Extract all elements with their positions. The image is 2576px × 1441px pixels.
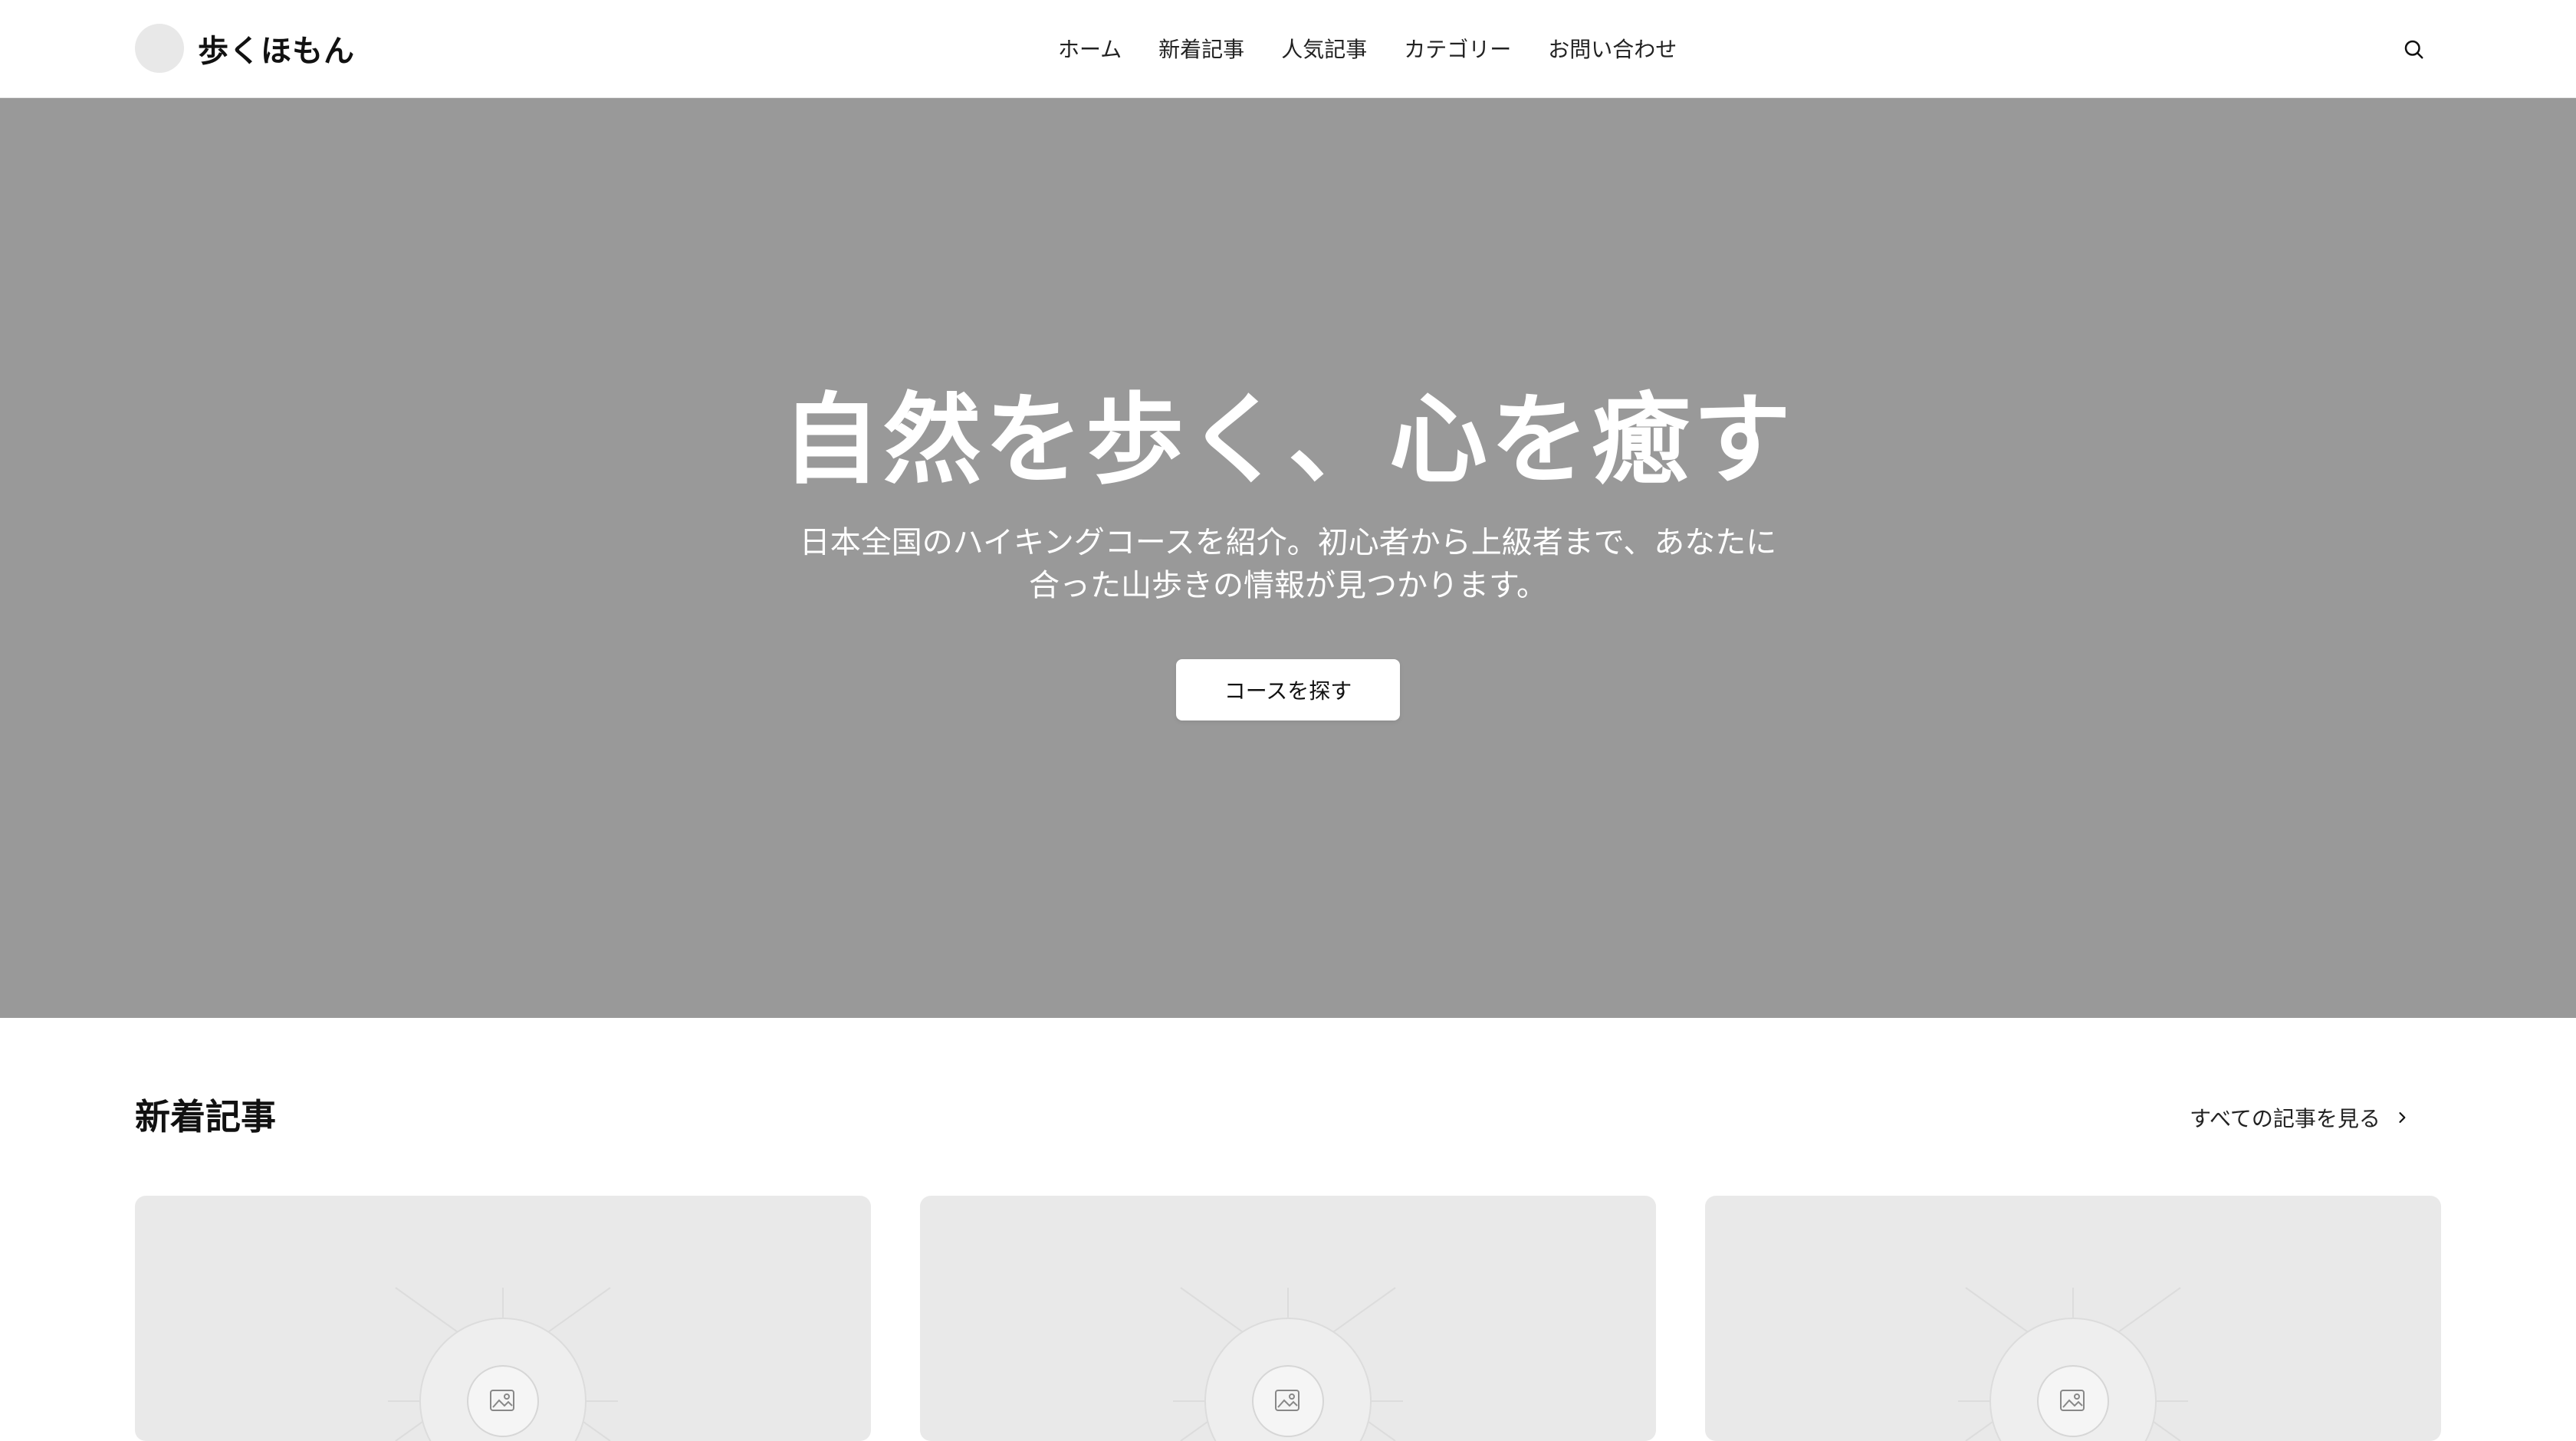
article-card[interactable]	[920, 1196, 1656, 1441]
main-nav: ホーム 新着記事 人気記事 カテゴリー お問い合わせ	[1058, 31, 1677, 66]
logo-mark	[135, 24, 184, 73]
image-placeholder-icon	[388, 1287, 618, 1441]
article-card[interactable]	[1705, 1196, 2441, 1441]
logo-text: 歩くほもん	[198, 34, 355, 69]
hero-subtitle-line-2: 合った山歩きの情報が見つかります。	[1029, 568, 1547, 603]
chevron-right-icon	[2394, 1110, 2410, 1125]
article-card[interactable]	[135, 1196, 871, 1441]
nav-item-categories[interactable]: カテゴリー	[1404, 33, 1511, 64]
hero-title: 自然を歩く、心を癒す	[781, 383, 1794, 497]
nav-item-contact[interactable]: お問い合わせ	[1548, 33, 1677, 64]
section-title-new-articles: 新着記事	[135, 1096, 276, 1137]
nav-item-popular-articles[interactable]: 人気記事	[1281, 33, 1367, 64]
view-all-articles-link[interactable]: すべての記事を見る	[2190, 1101, 2410, 1134]
hero-subtitle: 日本全国のハイキングコースを紹介。初心者から上級者まで、あなたに 合った山歩きの…	[790, 521, 1786, 607]
site-logo[interactable]: 歩くほもん	[135, 23, 355, 74]
find-course-button[interactable]: コースを探す	[1176, 659, 1400, 720]
hero-subtitle-line-1: 日本全国のハイキングコースを紹介。初心者から上級者まで、あなたに	[799, 525, 1777, 560]
site-header: 歩くほもん ホーム 新着記事 人気記事 カテゴリー お問い合わせ	[0, 0, 2576, 98]
search-icon	[2404, 40, 2423, 59]
image-placeholder-icon	[1958, 1287, 2188, 1441]
hero-banner: 自然を歩く、心を癒す 日本全国のハイキングコースを紹介。初心者から上級者まで、あ…	[0, 98, 2576, 1018]
nav-item-home[interactable]: ホーム	[1058, 33, 1122, 64]
nav-item-new-articles[interactable]: 新着記事	[1158, 33, 1244, 64]
view-all-label: すべての記事を見る	[2190, 1106, 2380, 1131]
search-button[interactable]	[2398, 34, 2429, 64]
image-placeholder-icon	[1173, 1287, 1403, 1441]
